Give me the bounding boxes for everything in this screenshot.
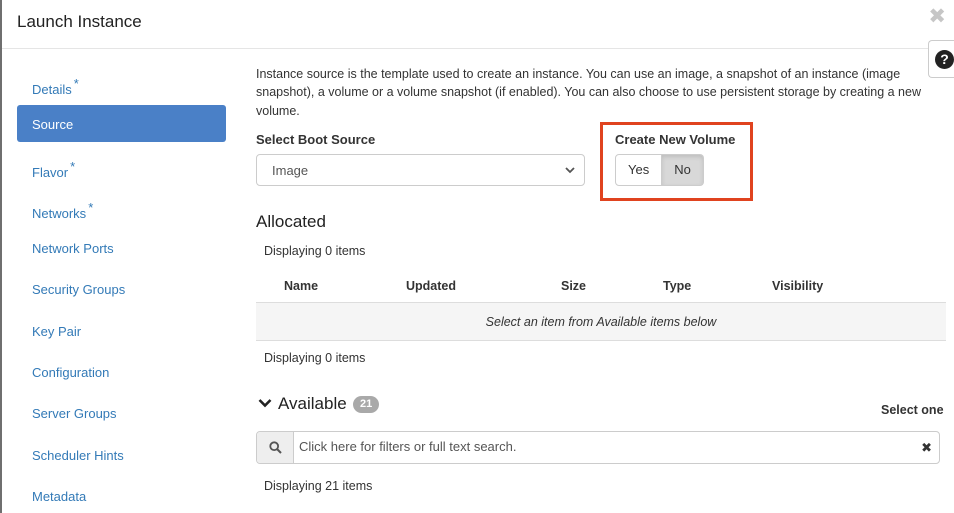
select-one-hint: Select one [881,403,944,417]
boot-source-select[interactable]: Image [256,154,585,186]
source-description: Instance source is the template used to … [256,67,921,118]
search-icon [269,441,282,454]
wizard-sidebar: Details * Source Flavor * Networks * Networ… [17,64,226,513]
column-header-size[interactable]: Size [561,279,586,293]
sidebar-item-security-groups[interactable]: Security Groups [17,270,226,307]
available-count-badge: 21 [353,396,380,413]
allocated-count-bottom: Displaying 0 items [264,351,366,365]
search-addon [257,432,294,463]
question-circle-icon: ? [935,50,954,69]
sidebar-item-flavor[interactable]: Flavor * [17,147,226,184]
column-header-updated[interactable]: Updated [406,279,456,293]
create-volume-yes-button[interactable]: Yes [615,154,663,186]
column-header-type[interactable]: Type [663,279,691,293]
clear-search-icon[interactable]: ✖ [921,440,932,456]
sidebar-item-scheduler-hints[interactable]: Scheduler Hints [17,436,226,473]
sidebar-item-configuration[interactable]: Configuration [17,353,226,390]
sidebar-item-key-pair[interactable]: Key Pair [17,312,226,349]
search-input[interactable] [299,439,899,454]
required-marker: * [88,199,94,215]
chevron-down-icon[interactable] [258,398,272,408]
available-title[interactable]: Available [278,394,347,414]
create-volume-toggle: Yes No [615,154,704,186]
create-volume-no-button[interactable]: No [662,154,704,186]
boot-source-label: Select Boot Source [256,132,376,147]
sidebar-item-server-groups[interactable]: Server Groups [17,394,226,431]
sidebar-item-metadata[interactable]: Metadata [17,477,226,513]
close-icon[interactable]: ✖ [928,6,946,28]
modal-header: Launch Instance ✖ [2,0,954,49]
available-search-bar: ✖ [256,431,940,464]
chevron-down-icon [565,167,575,174]
modal-left-border [0,0,2,513]
help-button[interactable]: ? [928,40,954,78]
column-header-visibility[interactable]: Visibility [772,279,823,293]
column-header-name[interactable]: Name [284,279,318,293]
sidebar-item-networks[interactable]: Networks * [17,188,226,225]
sidebar-item-source[interactable]: Source [17,105,226,143]
allocated-count-top: Displaying 0 items [264,244,366,258]
modal-title: Launch Instance [17,12,142,31]
boot-source-value: Image [272,163,309,178]
allocated-title: Allocated [256,212,326,231]
sidebar-item-network-ports[interactable]: Network Ports [17,229,226,266]
create-volume-label: Create New Volume [615,132,736,147]
required-marker: * [70,158,76,174]
available-count: Displaying 21 items [264,479,373,493]
allocated-empty-row: Select an item from Available items belo… [256,303,946,341]
required-marker: * [73,76,79,91]
sidebar-item-details[interactable]: Details * [17,64,226,101]
